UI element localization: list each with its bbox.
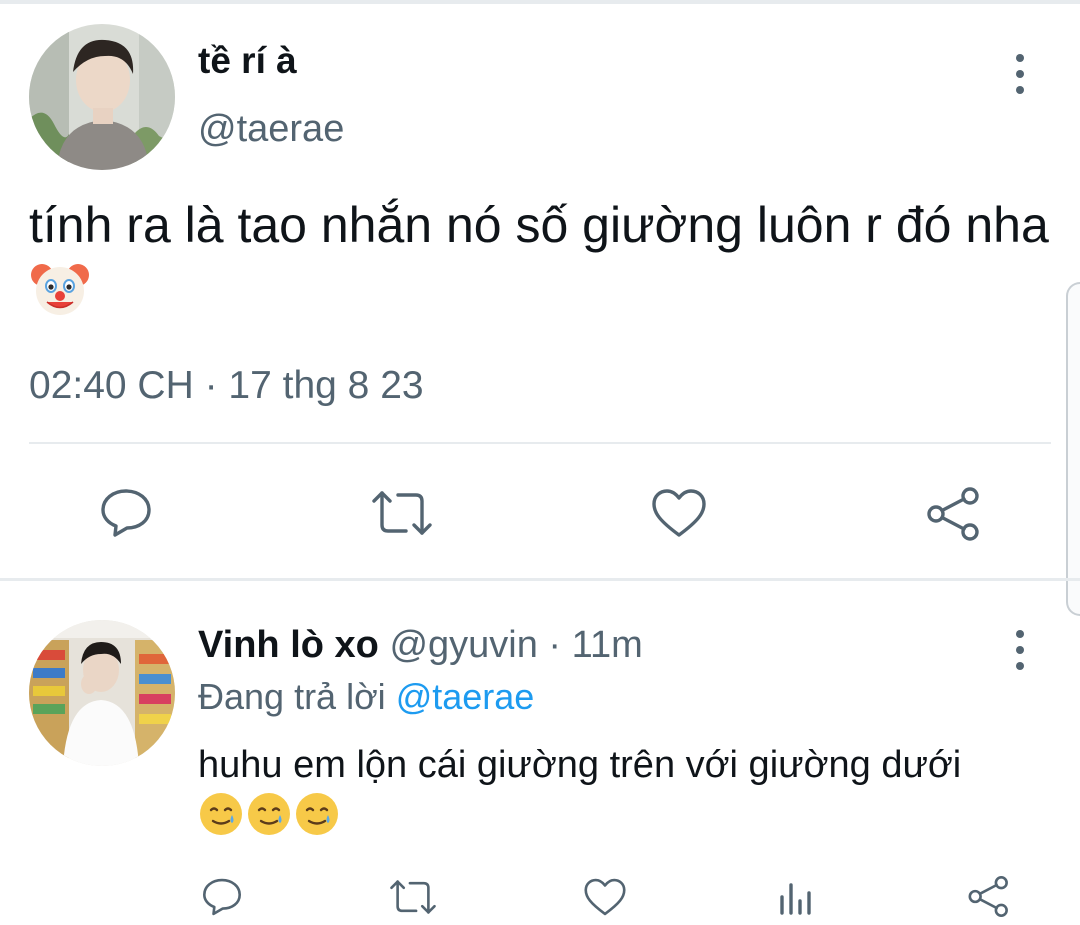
reply-text-body: huhu em lộn cái giường trên với giường d… bbox=[198, 744, 962, 786]
timestamp[interactable]: 02:40 CH · 17 thg 8 23 bbox=[29, 364, 424, 408]
tweet-separator bbox=[0, 578, 1080, 581]
reply-text: huhu em lộn cái giường trên với giường d… bbox=[198, 740, 1018, 840]
reply-more-options-icon[interactable] bbox=[1010, 630, 1030, 670]
smiling-face-with-tear-icon bbox=[198, 791, 244, 837]
tweet-thread-page: tề rí à @taerae tính ra là tao nhắn nó s… bbox=[0, 0, 1080, 925]
reply-handle[interactable]: @gyuvin bbox=[389, 624, 537, 666]
smiling-face-with-tear-icon bbox=[246, 791, 292, 837]
reply-avatar[interactable] bbox=[29, 620, 175, 766]
reply-dot-separator: · bbox=[548, 624, 562, 666]
divider bbox=[29, 442, 1051, 444]
more-options-icon[interactable] bbox=[1010, 54, 1030, 94]
display-name[interactable]: tề rí à bbox=[198, 40, 297, 82]
replying-prefix: Đang trả lời bbox=[198, 676, 386, 717]
share-icon[interactable] bbox=[966, 874, 1012, 918]
views-icon[interactable] bbox=[776, 876, 816, 918]
reply-header: Vinh lò xo @gyuvin · 11m bbox=[198, 624, 643, 667]
reply-time[interactable]: 11m bbox=[572, 624, 643, 666]
reply-icon[interactable] bbox=[200, 876, 244, 918]
share-icon[interactable] bbox=[924, 486, 984, 542]
clown-face-icon bbox=[29, 257, 91, 319]
like-icon[interactable] bbox=[582, 876, 628, 918]
replying-to: Đang trả lời @taerae bbox=[198, 676, 534, 718]
avatar[interactable] bbox=[29, 24, 175, 170]
top-divider bbox=[0, 0, 1080, 4]
smiling-face-with-tear-icon bbox=[294, 791, 340, 837]
handle[interactable]: @taerae bbox=[198, 108, 344, 151]
replying-to-link[interactable]: @taerae bbox=[396, 676, 535, 717]
reply-icon[interactable] bbox=[98, 486, 154, 540]
reply-display-name[interactable]: Vinh lò xo bbox=[198, 624, 379, 666]
retweet-icon[interactable] bbox=[370, 486, 434, 540]
retweet-icon[interactable] bbox=[388, 876, 438, 918]
tweet-text-body: tính ra là tao nhắn nó số giường luôn r … bbox=[29, 197, 1049, 253]
tweet-text: tính ra là tao nhắn nó số giường luôn r … bbox=[29, 194, 1059, 322]
scrollbar[interactable] bbox=[1066, 282, 1080, 616]
like-icon[interactable] bbox=[650, 486, 708, 540]
